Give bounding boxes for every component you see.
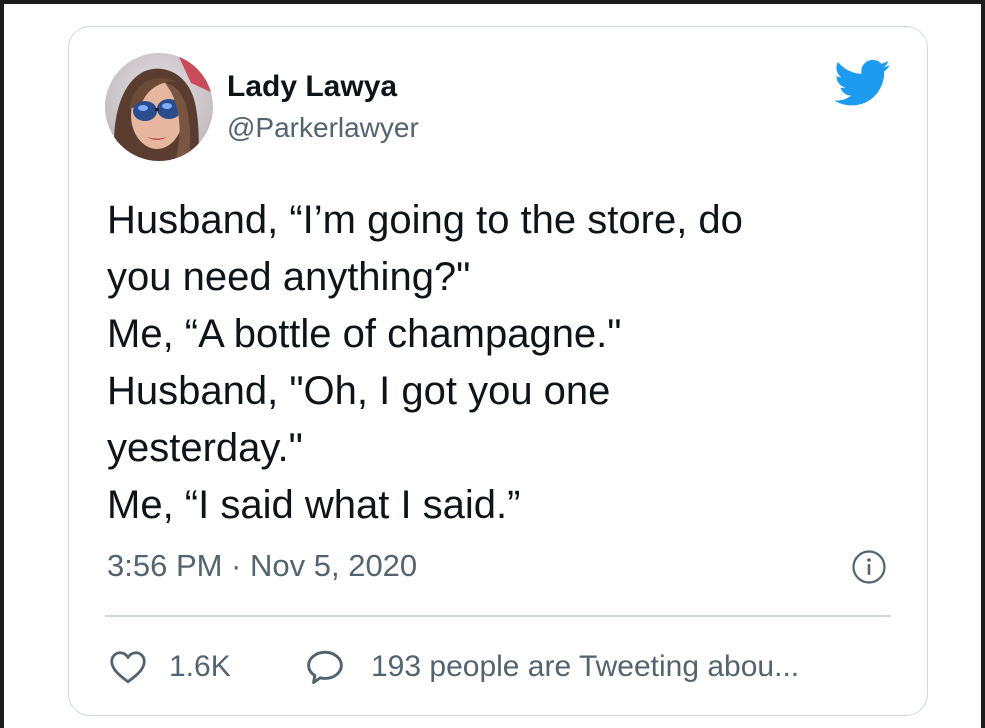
info-icon[interactable] bbox=[851, 549, 887, 585]
like-button[interactable]: 1.6K bbox=[109, 647, 231, 687]
tweet-line: yesterday." bbox=[107, 426, 303, 470]
tweet-line: Me, “A bottle of champagne." bbox=[107, 312, 622, 356]
tweeting-about-label: 193 people are Tweeting abou... bbox=[371, 650, 800, 683]
tweet-line: Husband, "Oh, I got you one bbox=[107, 369, 611, 413]
tweet-line: you need anything?" bbox=[107, 255, 471, 299]
twitter-bird-icon[interactable] bbox=[835, 59, 891, 107]
author-handle[interactable]: @Parkerlawyer bbox=[227, 112, 419, 144]
tweet-card: Lady Lawya @Parkerlawyer Husband, “I’m g… bbox=[68, 26, 928, 716]
like-count: 1.6K bbox=[169, 650, 231, 683]
tweet-text: Husband, “I’m going to the store, do you… bbox=[107, 192, 897, 534]
tweet-timestamp[interactable]: 3:56 PM · Nov 5, 2020 bbox=[107, 548, 417, 584]
tweeting-about-link[interactable]: 193 people are Tweeting abou... bbox=[305, 647, 799, 687]
avatar-image bbox=[105, 53, 213, 161]
tweet-line: Me, “I said what I said.” bbox=[107, 483, 521, 527]
tweet-line: Husband, “I’m going to the store, do bbox=[107, 198, 743, 242]
avatar[interactable] bbox=[105, 53, 213, 161]
screenshot-frame: Lady Lawya @Parkerlawyer Husband, “I’m g… bbox=[0, 0, 985, 728]
heart-icon bbox=[110, 651, 146, 684]
speech-bubble-icon bbox=[307, 650, 343, 685]
divider bbox=[105, 615, 891, 617]
author-name[interactable]: Lady Lawya bbox=[227, 70, 397, 104]
